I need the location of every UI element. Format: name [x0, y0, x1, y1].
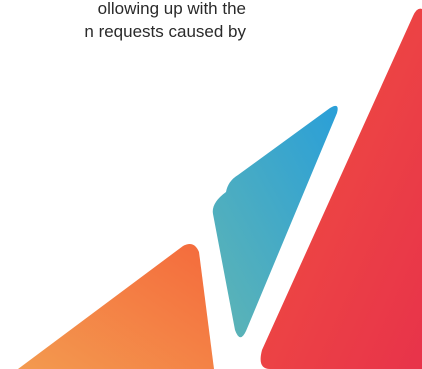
document-page: ollowing up with the n requests caused b… — [0, 0, 422, 369]
orange-triangle-shape — [18, 244, 214, 369]
decorative-graphic — [18, 8, 422, 369]
